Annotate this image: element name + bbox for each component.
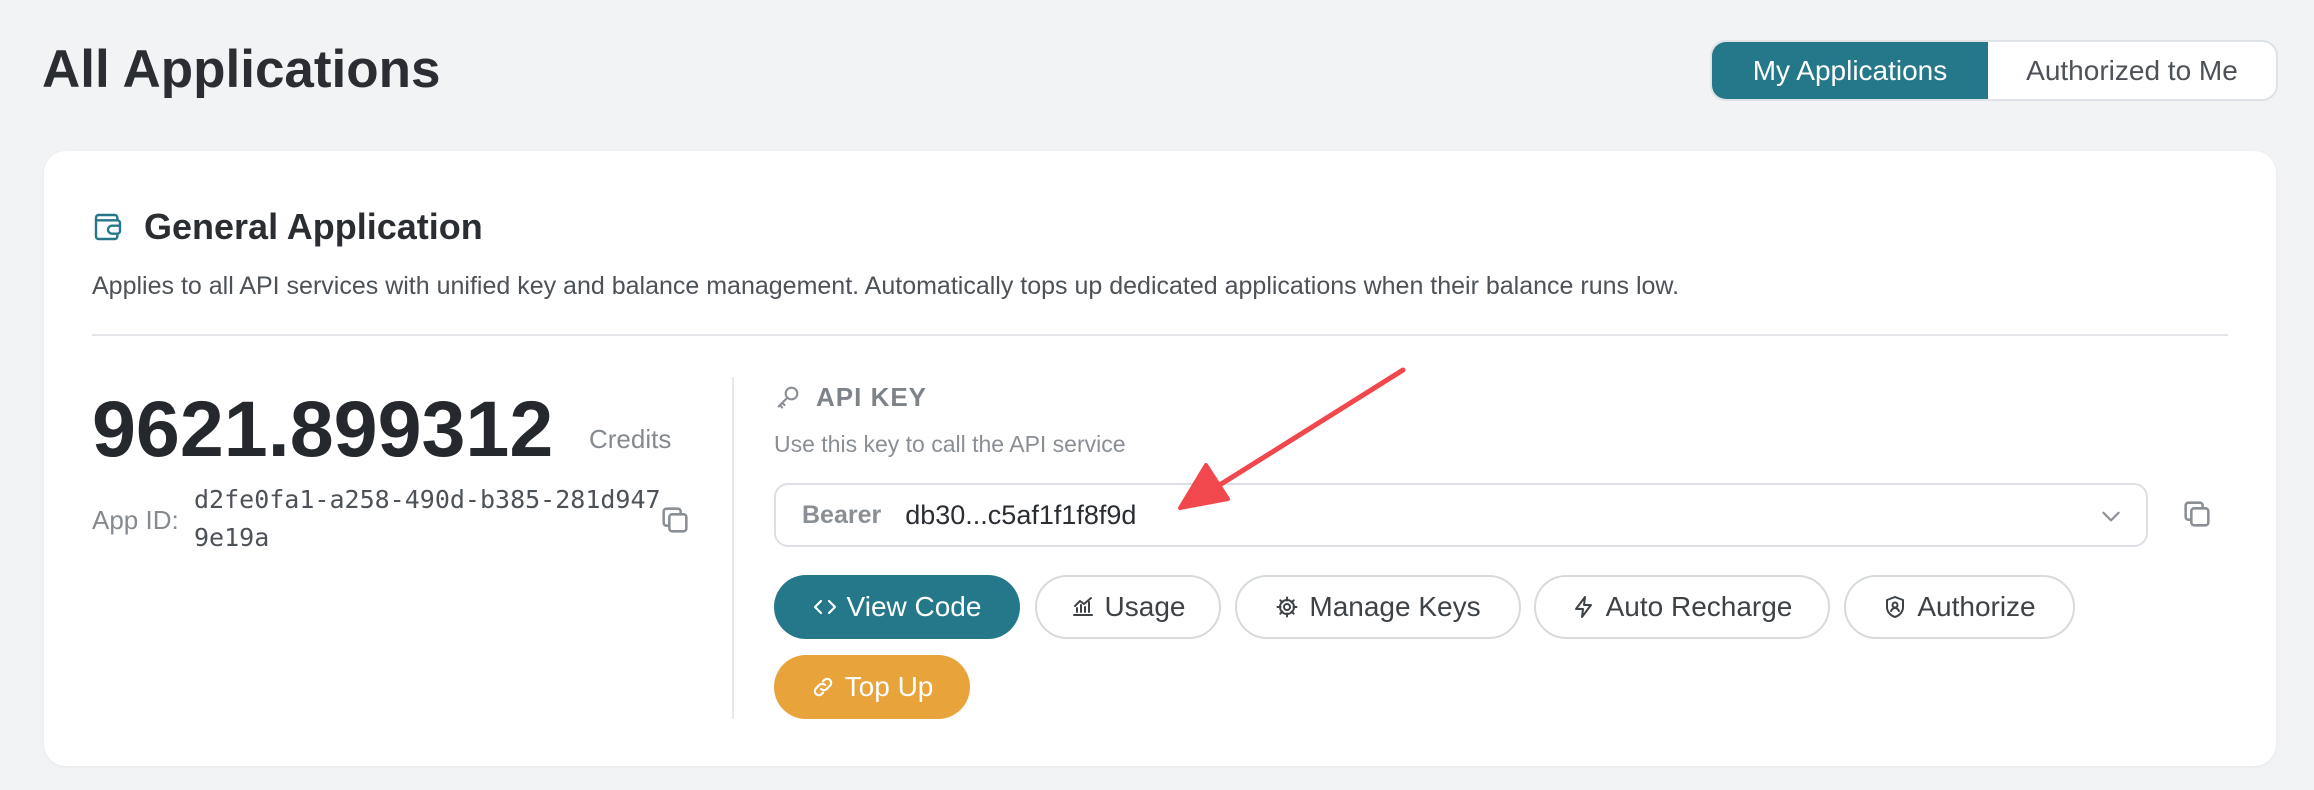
view-code-label: View Code [846, 591, 982, 622]
auto-recharge-label: Auto Recharge [1605, 591, 1793, 622]
view-toggle: My Applications Authorized to Me [1710, 40, 2278, 101]
wallet-icon [94, 213, 122, 241]
manage-keys-button[interactable]: Manage Keys [1235, 575, 1521, 639]
balance-value: 9621.899312 [92, 384, 554, 473]
view-code-button[interactable]: View Code [774, 575, 1020, 639]
card-title: General Application [144, 206, 483, 247]
auto-recharge-button[interactable]: Auto Recharge [1534, 575, 1830, 639]
api-key-help: Use this key to call the API service [774, 431, 1126, 457]
usage-label: Usage [1104, 591, 1186, 622]
divider [92, 334, 2228, 336]
authorize-label: Authorize [1917, 591, 2036, 622]
application-card: General Application Applies to all API s… [44, 151, 2276, 766]
copy-icon[interactable] [2180, 497, 2214, 531]
page-title: All Applications [42, 40, 441, 99]
chevron-down-icon [2102, 511, 2120, 522]
api-key-value: db30...c5af1f1f8f9d [905, 499, 1137, 530]
vertical-divider [732, 377, 734, 719]
shield-icon [1886, 596, 1905, 618]
tab-my-applications[interactable]: My Applications [1712, 42, 1988, 99]
app-id-value: d2fe0fa1-a258-490d-b385-281d9479e19a [194, 485, 661, 552]
copy-icon[interactable] [658, 503, 692, 537]
tab-authorized-to-me[interactable]: Authorized to Me [1988, 42, 2276, 99]
manage-keys-label: Manage Keys [1309, 591, 1481, 622]
lightning-icon [1574, 596, 1592, 618]
api-key-label: API KEY [816, 382, 928, 412]
top-up-button[interactable]: Top Up [774, 655, 970, 719]
top-up-label: Top Up [844, 671, 934, 702]
card-description: Applies to all API services with unified… [92, 272, 1680, 300]
balance-unit: Credits [589, 424, 672, 454]
usage-button[interactable]: Usage [1035, 575, 1221, 639]
key-icon [777, 386, 799, 409]
authorize-button[interactable]: Authorize [1844, 575, 2075, 639]
app-id-label: App ID: [92, 505, 179, 535]
code-icon [813, 599, 836, 615]
bearer-prefix: Bearer [802, 500, 882, 529]
api-key-select[interactable]: Bearer db30...c5af1f1f8f9d [774, 483, 2148, 547]
chart-icon [1072, 597, 1093, 616]
link-icon [813, 677, 832, 697]
gear-icon [1276, 596, 1298, 618]
